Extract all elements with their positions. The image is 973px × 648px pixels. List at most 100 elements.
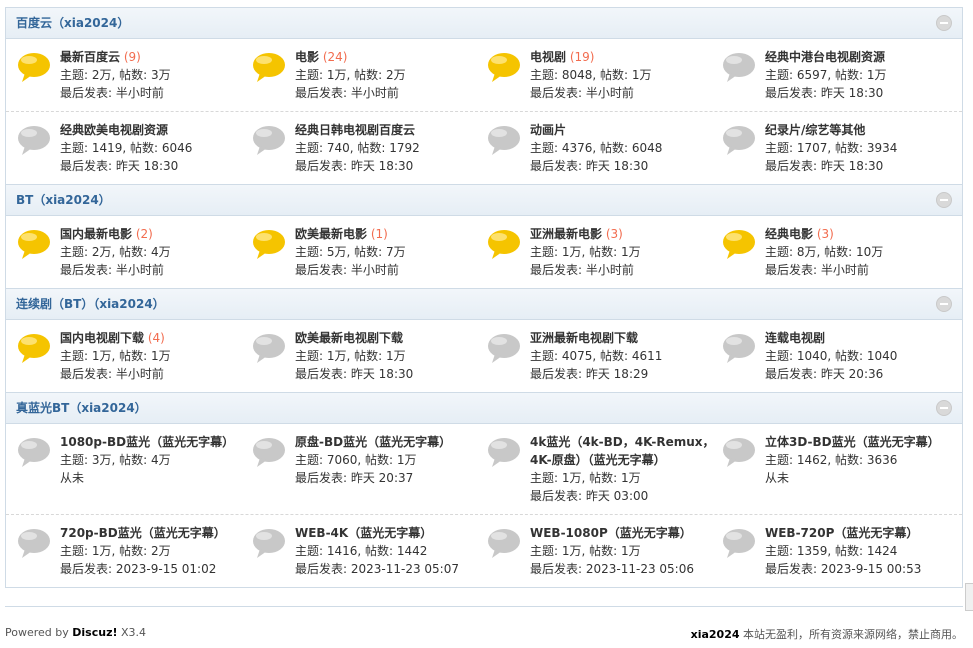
forum-name[interactable]: 欧美最新电影: [295, 227, 367, 241]
last-post[interactable]: 最后发表: 昨天 20:37: [295, 469, 451, 487]
no-new-posts-bubble-icon[interactable]: [251, 123, 287, 159]
collapse-icon[interactable]: [936, 15, 952, 31]
no-new-posts-bubble-icon[interactable]: [251, 435, 287, 471]
last-post-time: 昨天 18:30: [820, 159, 884, 173]
scroll-handle[interactable]: [965, 583, 973, 611]
no-new-posts-bubble-icon[interactable]: [486, 123, 522, 159]
forum-name[interactable]: 电影: [295, 50, 319, 64]
forum-name[interactable]: 立体3D-BD蓝光（蓝光无字幕）: [765, 435, 940, 449]
last-post[interactable]: 最后发表: 2023-11-23 05:06: [530, 560, 694, 578]
forum-name[interactable]: 原盘-BD蓝光（蓝光无字幕）: [295, 435, 451, 449]
forum-name[interactable]: 国内最新电影: [60, 227, 132, 241]
new-posts-bubble-icon[interactable]: [16, 227, 52, 263]
no-new-posts-bubble-icon[interactable]: [16, 435, 52, 471]
forum-name[interactable]: 1080p-BD蓝光（蓝光无字幕）: [60, 435, 234, 449]
collapse-icon[interactable]: [936, 400, 952, 416]
last-post[interactable]: 最后发表: 半小时前: [295, 261, 406, 279]
new-posts-bubble-icon[interactable]: [251, 50, 287, 86]
last-post[interactable]: 最后发表: 昨天 18:30: [765, 84, 887, 102]
forum-name[interactable]: WEB-720P（蓝光无字幕）: [765, 526, 918, 540]
forum-name[interactable]: 亚洲最新电影: [530, 227, 602, 241]
no-new-posts-bubble-icon[interactable]: [486, 435, 522, 471]
no-new-posts-bubble-icon[interactable]: [721, 123, 757, 159]
site-name[interactable]: xia2024: [691, 628, 740, 641]
forum-stats: 主题: 1040, 帖数: 1040: [765, 349, 898, 363]
no-new-posts-bubble-icon[interactable]: [486, 526, 522, 562]
last-post[interactable]: 最后发表: 昨天 18:30: [60, 157, 192, 175]
last-post[interactable]: 最后发表: 半小时前: [530, 84, 652, 102]
forum-name[interactable]: WEB-1080P（蓝光无字幕）: [530, 526, 692, 540]
last-post[interactable]: 最后发表: 昨天 18:30: [530, 157, 662, 175]
no-new-posts-bubble-icon[interactable]: [251, 331, 287, 367]
forum-name[interactable]: WEB-4K（蓝光无字幕）: [295, 526, 432, 540]
forum-name[interactable]: 纪录片/综艺等其他: [765, 123, 865, 137]
forum-name[interactable]: 最新百度云: [60, 50, 120, 64]
today-count: (2): [135, 227, 153, 241]
forum-stats: 主题: 1416, 帖数: 1442: [295, 544, 428, 558]
no-new-posts-bubble-icon[interactable]: [16, 123, 52, 159]
forum-name[interactable]: 经典中港台电视剧资源: [765, 50, 885, 64]
forum-stats: 主题: 740, 帖数: 1792: [295, 141, 420, 155]
collapse-icon[interactable]: [936, 296, 952, 312]
forum-name[interactable]: 欧美最新电视剧下载: [295, 331, 403, 345]
post-count: 1万: [396, 453, 417, 467]
last-post[interactable]: 最后发表: 昨天 20:36: [765, 365, 897, 383]
forum-name[interactable]: 动画片: [530, 123, 566, 137]
last-post[interactable]: 最后发表: 昨天 18:29: [530, 365, 662, 383]
last-post[interactable]: 最后发表: 2023-9-15 01:02: [60, 560, 226, 578]
last-post[interactable]: 最后发表: 昨天 18:30: [765, 157, 897, 175]
no-new-posts-bubble-icon[interactable]: [721, 435, 757, 471]
forum-stats: 主题: 1万, 帖数: 1万: [530, 471, 641, 485]
no-new-posts-bubble-icon[interactable]: [721, 50, 757, 86]
new-posts-bubble-icon[interactable]: [16, 50, 52, 86]
no-new-posts-bubble-icon[interactable]: [251, 526, 287, 562]
thread-count: 8048: [561, 68, 593, 82]
last-post-time: 昨天 18:30: [115, 159, 179, 173]
forum-name[interactable]: 4k蓝光（4k-BD，4K-Remux，4K-原盘）（蓝光无字幕）: [530, 435, 715, 467]
last-post[interactable]: 最后发表: 昨天 18:30: [295, 365, 413, 383]
category-title[interactable]: BT（xia2024）: [16, 193, 111, 207]
forum-name[interactable]: 经典欧美电视剧资源: [60, 123, 168, 137]
last-post[interactable]: 最后发表: 半小时前: [60, 261, 171, 279]
last-post[interactable]: 最后发表: 半小时前: [295, 84, 406, 102]
category-title[interactable]: 真蓝光BT（xia2024）: [16, 401, 147, 415]
category-title[interactable]: 连续剧（BT）（xia2024）: [16, 297, 165, 311]
thread-count: 1462: [796, 453, 828, 467]
last-post-time: 2023-9-15 01:02: [115, 562, 217, 576]
forum-name[interactable]: 经典日韩电视剧百度云: [295, 123, 415, 137]
post-count: 4611: [631, 349, 663, 363]
today-count: (24): [322, 50, 348, 64]
no-new-posts-bubble-icon[interactable]: [486, 331, 522, 367]
no-new-posts-bubble-icon[interactable]: [721, 331, 757, 367]
new-posts-bubble-icon[interactable]: [251, 227, 287, 263]
post-count: 7万: [386, 245, 406, 259]
new-posts-bubble-icon[interactable]: [721, 227, 757, 263]
last-post[interactable]: 最后发表: 昨天 18:30: [295, 157, 420, 175]
collapse-icon[interactable]: [936, 192, 952, 208]
last-post[interactable]: 最后发表: 半小时前: [765, 261, 883, 279]
last-post[interactable]: 最后发表: 2023-9-15 00:53: [765, 560, 921, 578]
last-post[interactable]: 最后发表: 2023-11-23 05:07: [295, 560, 459, 578]
forum-stats: 主题: 1万, 帖数: 1万: [530, 544, 641, 558]
forum-name[interactable]: 电视剧: [530, 50, 566, 64]
forum-name[interactable]: 连载电视剧: [765, 331, 825, 345]
forum-name[interactable]: 720p-BD蓝光（蓝光无字幕）: [60, 526, 226, 540]
last-post[interactable]: 最后发表: 半小时前: [530, 261, 641, 279]
new-posts-bubble-icon[interactable]: [486, 227, 522, 263]
forum-name[interactable]: 经典电影: [765, 227, 813, 241]
category-title[interactable]: 百度云（xia2024）: [16, 16, 129, 30]
last-post[interactable]: 最后发表: 半小时前: [60, 84, 171, 102]
no-new-posts-bubble-icon[interactable]: [721, 526, 757, 562]
new-posts-bubble-icon[interactable]: [16, 331, 52, 367]
forum-name[interactable]: 国内电视剧下载: [60, 331, 144, 345]
new-posts-bubble-icon[interactable]: [486, 50, 522, 86]
last-post[interactable]: 最后发表: 半小时前: [60, 365, 171, 383]
no-new-posts-bubble-icon[interactable]: [16, 526, 52, 562]
discuz-link[interactable]: Discuz!: [72, 626, 117, 639]
thread-count: 6597: [796, 68, 828, 82]
last-post-time: 昨天 18:30: [820, 86, 884, 100]
last-post[interactable]: 最后发表: 昨天 03:00: [530, 487, 719, 505]
post-count: 2万: [151, 544, 171, 558]
last-post-time: 昨天 20:37: [350, 471, 414, 485]
forum-name[interactable]: 亚洲最新电视剧下载: [530, 331, 638, 345]
